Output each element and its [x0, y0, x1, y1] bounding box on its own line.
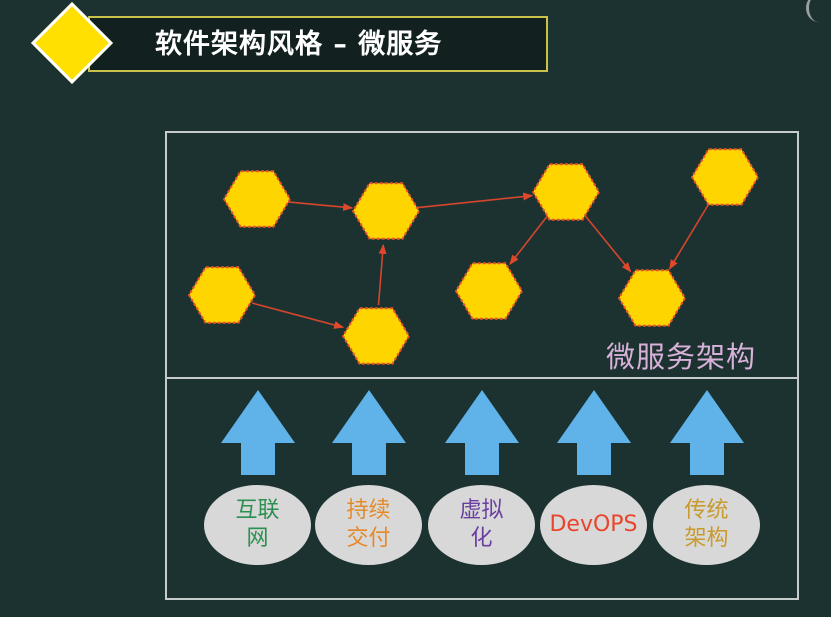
up-arrow-icon	[332, 390, 406, 475]
hexagon-icon	[187, 266, 257, 324]
foundation-label: 互联网	[235, 498, 280, 551]
support-arrows	[221, 390, 744, 475]
service-connection	[251, 302, 345, 329]
hexagon-icon	[617, 269, 687, 327]
foundation-label: 传统架构	[684, 498, 729, 551]
foundation-item: 互联网	[204, 485, 311, 565]
hexagon-icon	[341, 307, 411, 365]
slide: 软件架构风格 – 微服务 微服务架构 互联网 持续交付 虚拟化 DevOPS 传统架构	[0, 0, 831, 617]
service-connection	[584, 215, 632, 273]
service-connection	[377, 243, 387, 306]
foundation-item: 传统架构	[653, 485, 760, 565]
hexagon-icon	[351, 182, 421, 240]
hexagon-icon	[454, 262, 524, 320]
up-arrow-icon	[221, 390, 295, 475]
up-arrow-icon	[557, 390, 631, 475]
up-arrow-icon	[445, 390, 519, 475]
hexagon-icon	[690, 148, 760, 206]
hexagon-icon	[531, 163, 601, 221]
up-arrow-icon	[670, 390, 744, 475]
service-connection	[416, 192, 534, 209]
hexagon-icon	[222, 170, 292, 228]
service-connection	[668, 203, 710, 270]
foundation-item: 持续交付	[315, 485, 422, 565]
service-nodes	[187, 148, 760, 365]
foundation-label: DevOPS	[549, 512, 638, 537]
foundation-item: 虚拟化	[428, 485, 535, 565]
foundation-label: 持续交付	[346, 498, 391, 551]
service-connection	[287, 201, 354, 212]
architecture-label: 微服务架构	[606, 340, 757, 374]
foundation-item: DevOPS	[540, 485, 647, 565]
foundation-label: 虚拟化	[459, 498, 504, 551]
service-connection	[509, 216, 548, 265]
